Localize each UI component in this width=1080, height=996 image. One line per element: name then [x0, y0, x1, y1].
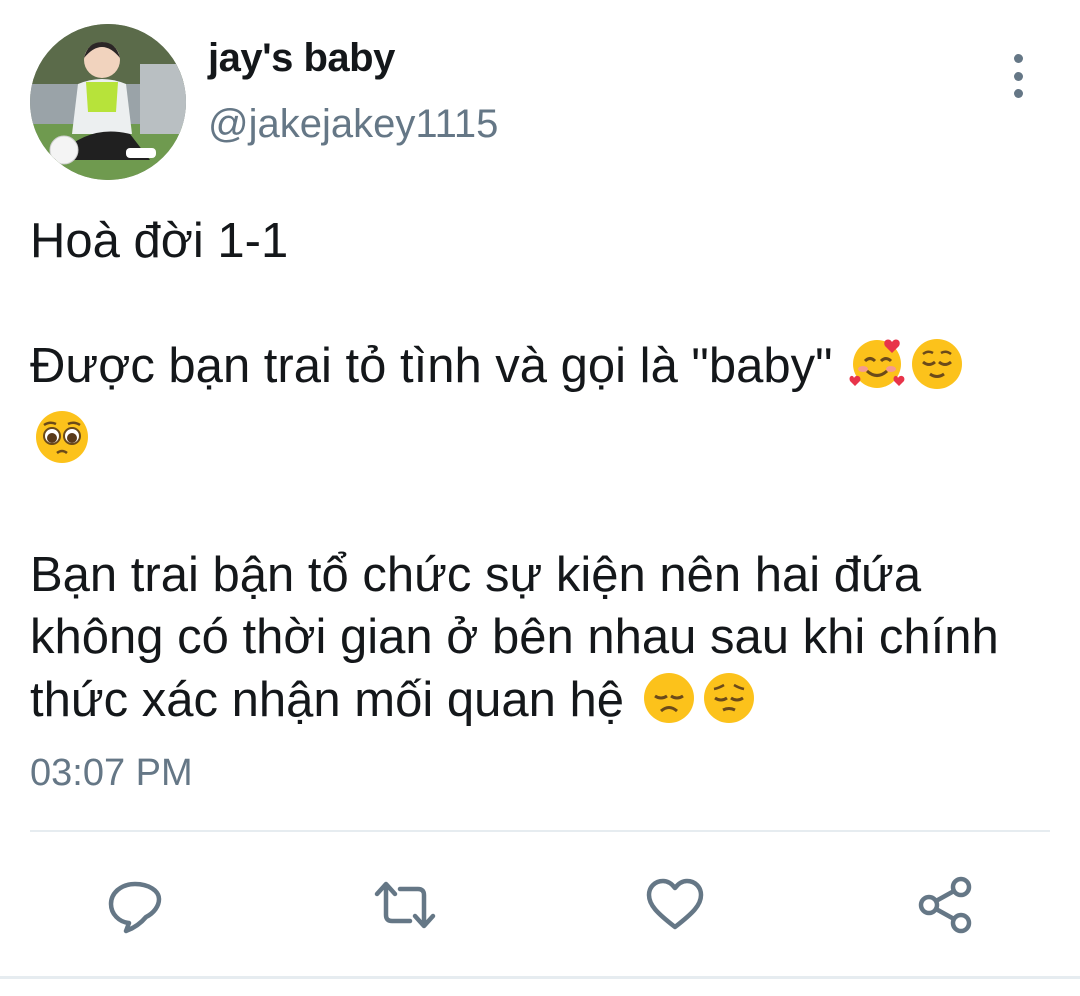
- reply-icon: [108, 881, 162, 934]
- disappointed-face-icon: [640, 668, 698, 741]
- tweet-line-2-text: Được bạn trai tỏ tình và gọi là "baby": [30, 339, 833, 393]
- retweet-icon: [374, 881, 436, 929]
- display-name[interactable]: jay's baby: [208, 36, 395, 81]
- like-icon: [646, 878, 704, 930]
- pleading-face-icon: [32, 407, 92, 482]
- share-icon: [918, 876, 972, 934]
- tweet-line-3-text: Bạn trai bận tổ chức sự kiện nên hai đứa…: [30, 548, 999, 727]
- reply-button[interactable]: [100, 870, 170, 940]
- divider: [30, 830, 1050, 832]
- tweet-line-2: Được bạn trai tỏ tình và gọi là "baby": [30, 334, 1060, 482]
- tweet-text: Hoà đời 1-1 Được bạn trai tỏ tình và gọi…: [30, 210, 1060, 741]
- more-options-icon[interactable]: [998, 50, 1038, 102]
- smiling-face-with-hearts-icon: [848, 334, 906, 407]
- share-button[interactable]: [910, 870, 980, 940]
- avatar[interactable]: [30, 24, 186, 180]
- bottom-divider: [0, 976, 1080, 979]
- tweet-line-3: Bạn trai bận tổ chức sự kiện nên hai đứa…: [30, 544, 1060, 741]
- retweet-button[interactable]: [370, 870, 440, 940]
- pensive-face-icon: [700, 668, 758, 741]
- tweet-line-1: Hoà đời 1-1: [30, 214, 289, 268]
- user-handle[interactable]: @jakejakey1115: [208, 102, 498, 147]
- timestamp: 03:07 PM: [30, 752, 193, 794]
- like-button[interactable]: [640, 870, 710, 940]
- relieved-face-icon: [908, 334, 966, 407]
- profile-photo-icon: [30, 24, 186, 180]
